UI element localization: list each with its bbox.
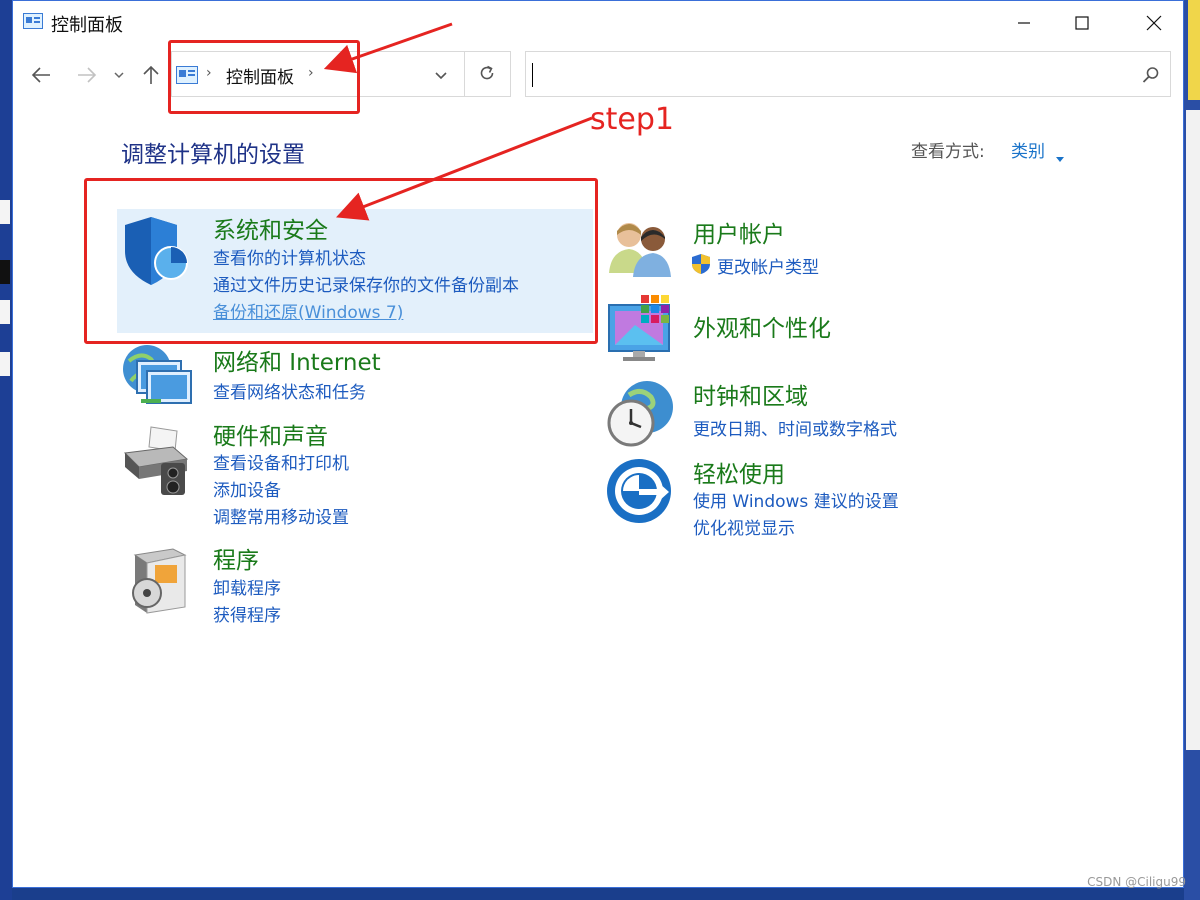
category-link[interactable]: 更改帐户类型 (717, 253, 819, 278)
chevron-down-icon (114, 72, 124, 79)
address-dropdown-button[interactable] (434, 66, 448, 85)
forward-button[interactable] (73, 61, 101, 89)
desktop-wallpaper-mark (1188, 0, 1200, 100)
close-icon (1146, 15, 1162, 31)
category-link[interactable]: 更改日期、时间或数字格式 (693, 415, 897, 440)
arrow-left-icon (31, 67, 50, 83)
desktop-wallpaper-mark (1186, 110, 1200, 750)
desktop-left-edge (0, 0, 12, 900)
category-link[interactable]: 查看网络状态和任务 (213, 378, 366, 403)
desktop-wallpaper-mark (0, 352, 10, 376)
minimize-icon (1018, 22, 1030, 24)
category-link[interactable]: 获得程序 (213, 601, 281, 626)
title-bar[interactable]: 控制面板 (13, 1, 1183, 45)
window-title: 控制面板 (51, 15, 123, 36)
category-title[interactable]: 外观和个性化 (693, 309, 831, 343)
annotation-label: step1 (590, 102, 674, 137)
search-icon[interactable] (1142, 66, 1160, 88)
up-button[interactable] (137, 61, 165, 89)
clock-globe-icon (605, 377, 677, 453)
desktop-right-edge (1184, 0, 1200, 900)
maximize-icon (1075, 16, 1089, 30)
programs-icon (121, 541, 193, 621)
caret-down-icon[interactable] (1056, 147, 1064, 166)
category-link[interactable]: 调整常用移动设置 (213, 503, 349, 528)
category-title[interactable]: 轻松使用 (693, 455, 785, 489)
printer-icon (121, 417, 193, 501)
annotation-box-address (168, 40, 360, 114)
category-link[interactable]: 添加设备 (213, 476, 281, 501)
recent-locations-button[interactable] (107, 61, 131, 89)
chevron-down-icon (435, 72, 447, 80)
category-title[interactable]: 用户帐户 (693, 215, 785, 249)
search-box[interactable] (525, 51, 1171, 97)
desktop-wallpaper-mark (0, 260, 10, 284)
users-icon (605, 215, 675, 285)
minimize-button[interactable] (995, 1, 1053, 45)
annotation-box-category (84, 178, 598, 344)
category-title[interactable]: 程序 (213, 541, 259, 575)
arrow-right-icon (78, 67, 97, 83)
category-link[interactable]: 卸载程序 (213, 574, 281, 599)
desktop-wallpaper-mark (0, 200, 10, 224)
back-button[interactable] (27, 61, 55, 89)
search-input[interactable] (530, 58, 1124, 92)
arrow-up-icon (143, 65, 159, 84)
page-title: 调整计算机的设置 (121, 142, 305, 168)
maximize-button[interactable] (1053, 1, 1111, 45)
category-link[interactable]: 查看设备和打印机 (213, 449, 349, 474)
category-link[interactable]: 优化视觉显示 (693, 514, 795, 539)
category-title[interactable]: 硬件和声音 (213, 417, 328, 451)
network-icon (121, 341, 195, 417)
control-panel-icon (23, 13, 43, 29)
close-button[interactable] (1125, 1, 1183, 45)
text-cursor (532, 63, 533, 87)
ease-of-access-icon (605, 455, 675, 529)
desktop-wallpaper-mark (0, 300, 10, 324)
refresh-button[interactable] (478, 63, 496, 87)
category-link[interactable]: 使用 Windows 建议的设置 (693, 487, 899, 512)
divider (464, 52, 465, 96)
view-by-dropdown[interactable]: 类别 (1011, 137, 1045, 162)
appearance-icon (605, 295, 677, 369)
view-by-label: 查看方式: (911, 142, 985, 162)
refresh-icon (480, 65, 494, 80)
category-title[interactable]: 时钟和区域 (693, 377, 808, 411)
watermark: CSDN @Ciligu99 (1087, 875, 1186, 889)
category-title[interactable]: 网络和 Internet (213, 343, 381, 377)
uac-shield-icon (691, 253, 711, 279)
